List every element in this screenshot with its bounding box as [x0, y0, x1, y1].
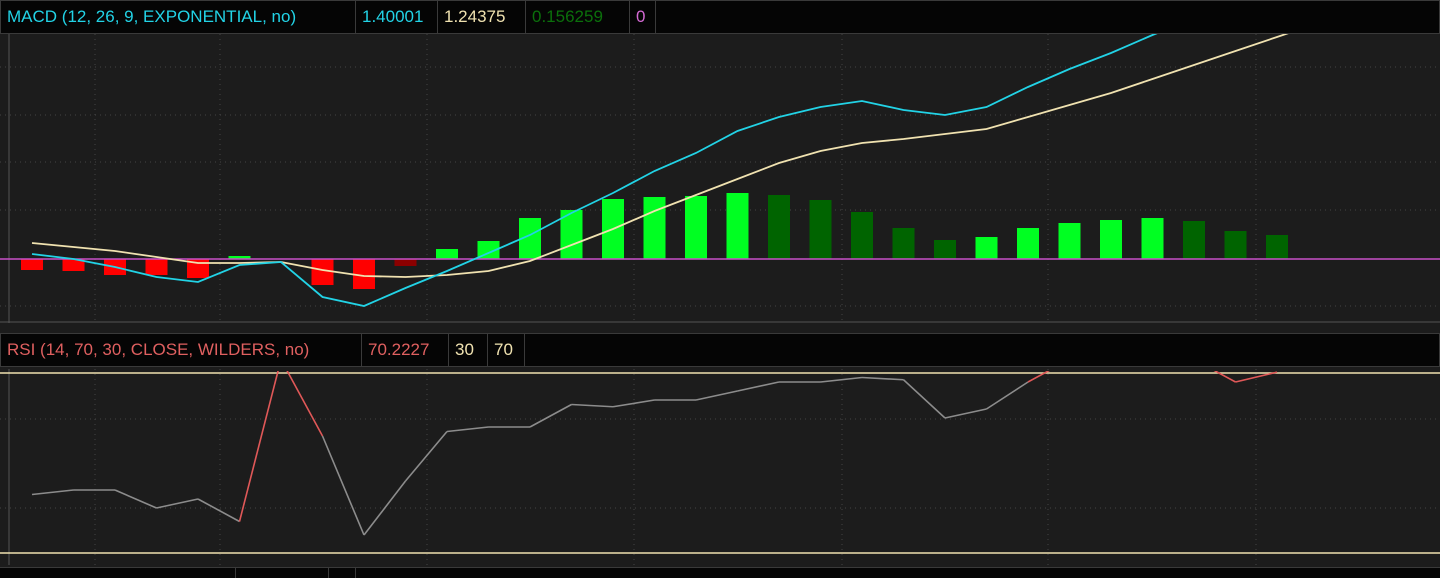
macd-diff-readout: 0.156259	[526, 0, 630, 34]
rsi-lines	[31, 371, 1278, 536]
histogram-bar	[726, 193, 749, 259]
macd-plot[interactable]	[0, 34, 1440, 323]
macd-value-readout: 1.40001	[356, 0, 438, 34]
histogram-bar	[1224, 231, 1247, 259]
rsi-overbought-readout: 70	[488, 333, 525, 367]
rsi-segment	[238, 371, 279, 522]
rsi-segment	[612, 399, 655, 408]
histogram-bar	[851, 212, 873, 259]
histogram-bar	[685, 196, 707, 259]
next-study-header	[0, 567, 1440, 578]
rsi-segment	[820, 376, 863, 383]
rsi-plot[interactable]	[0, 369, 1440, 565]
rsi-segment	[902, 379, 946, 419]
histogram-bar	[1266, 235, 1288, 259]
rsi-segment	[529, 403, 572, 428]
rsi-segment	[737, 381, 780, 392]
histogram-bar	[1017, 228, 1039, 259]
rsi-segment	[695, 390, 738, 401]
histogram-bar	[1058, 223, 1081, 259]
histogram-bar	[21, 259, 43, 270]
rsi-segment	[446, 426, 489, 433]
histogram-bar	[934, 240, 956, 259]
histogram-bar	[975, 237, 998, 259]
rsi-title[interactable]: RSI (14, 70, 30, CLOSE, WILDERS, no)	[0, 333, 362, 367]
histogram-bar	[892, 228, 915, 259]
rsi-segment	[986, 381, 1029, 410]
rsi-segment	[114, 489, 157, 509]
rsi-oversold-readout: 30	[449, 333, 488, 367]
rsi-segment	[156, 498, 199, 509]
macd-avg-readout: 1.24375	[438, 0, 526, 34]
rsi-segment	[404, 430, 448, 482]
histogram-bar	[643, 197, 666, 259]
histogram-bar	[436, 249, 458, 259]
histogram-bar	[1141, 218, 1164, 259]
avg-line	[31, 34, 1289, 278]
macd-zero-readout: 0	[630, 0, 656, 34]
rsi-segment	[861, 376, 904, 381]
macd-lines	[31, 34, 1289, 307]
rsi-segment	[31, 489, 74, 496]
rsi-header[interactable]: RSI (14, 70, 30, CLOSE, WILDERS, no) 70.…	[0, 333, 1440, 367]
rsi-segment	[1027, 371, 1050, 383]
rsi-segment	[944, 408, 987, 419]
macd-header[interactable]: MACD (12, 26, 9, EXPONENTIAL, no) 1.4000…	[0, 0, 1440, 34]
rsi-segment	[286, 371, 324, 437]
macd-panel: MACD (12, 26, 9, EXPONENTIAL, no) 1.4000…	[0, 0, 1440, 333]
rsi-value-readout: 70.2227	[362, 333, 449, 367]
histogram-bar	[768, 195, 790, 259]
histogram-bar	[1100, 220, 1122, 259]
value-line	[31, 34, 1158, 307]
rsi-segment	[197, 498, 240, 523]
rsi-segment	[571, 403, 614, 408]
histogram-bar	[394, 259, 417, 266]
rsi-segment	[1213, 371, 1236, 383]
macd-title[interactable]: MACD (12, 26, 9, EXPONENTIAL, no)	[0, 0, 356, 34]
rsi-segment	[321, 435, 365, 536]
histogram-bar	[1183, 221, 1205, 259]
histogram-bar	[809, 200, 832, 259]
histogram-bar	[145, 259, 168, 275]
rsi-panel: RSI (14, 70, 30, CLOSE, WILDERS, no) 70.…	[0, 333, 1440, 567]
